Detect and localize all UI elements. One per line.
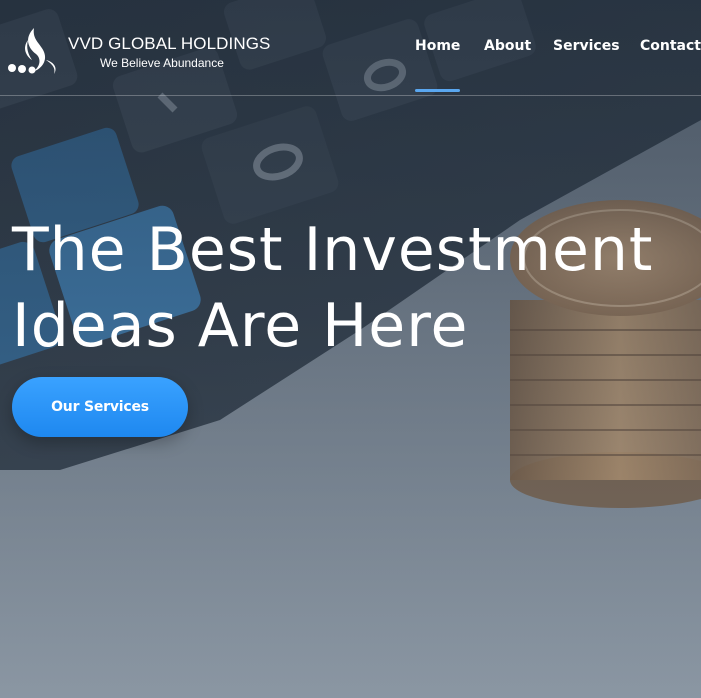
nav-item-about[interactable]: About [484, 38, 531, 54]
site-header: VVD GLOBAL HOLDINGS We Believe Abundance… [0, 0, 701, 96]
brand-tagline: We Believe Abundance [100, 56, 224, 70]
hero-headline-line2: Ideas Are Here [12, 291, 469, 361]
flame-dots-logo-icon[interactable] [6, 26, 62, 76]
nav-item-contact[interactable]: Contact [640, 38, 701, 54]
hero-headline-line1: The Best Investment [12, 215, 654, 285]
nav-item-home[interactable]: Home [415, 38, 460, 54]
brand-name[interactable]: VVD GLOBAL HOLDINGS [68, 34, 271, 54]
hero-section: VVD GLOBAL HOLDINGS We Believe Abundance… [0, 0, 701, 698]
our-services-button[interactable]: Our Services [12, 377, 188, 437]
nav-active-indicator [415, 89, 460, 92]
hero-headline: The Best Investment Ideas Are Here [12, 212, 653, 364]
nav-item-services[interactable]: Services [553, 38, 620, 54]
